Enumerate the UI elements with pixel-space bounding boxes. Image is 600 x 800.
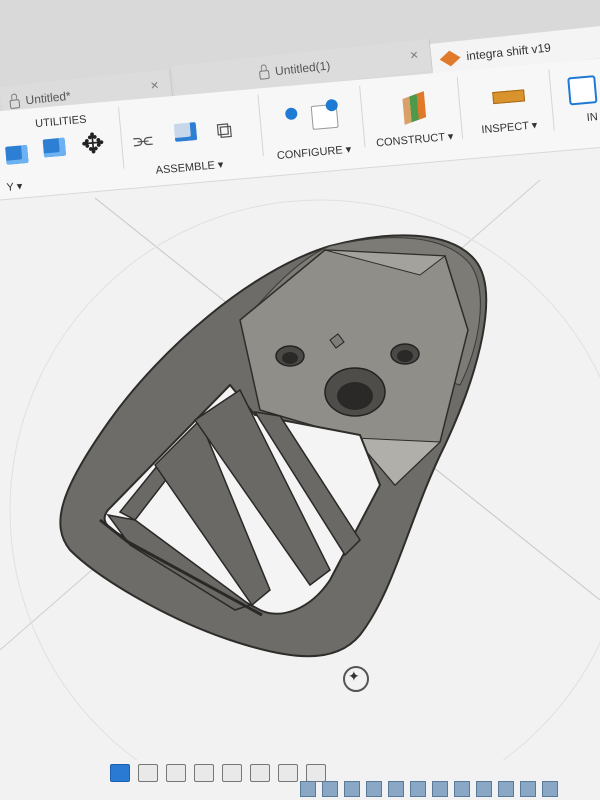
timeline-feature-icon[interactable]	[476, 781, 492, 797]
timeline-feature-icon[interactable]	[344, 781, 360, 797]
cube-icon	[439, 50, 461, 66]
tab-label: integra shift v19	[465, 40, 552, 64]
timeline-feature-icon[interactable]	[366, 781, 382, 797]
assemble-menu[interactable]: ASSEMBLE ▾	[155, 158, 224, 177]
lock-icon	[9, 99, 21, 110]
joint-icon[interactable]: ⫘	[132, 126, 154, 154]
shift-boot-part[interactable]	[59, 234, 488, 658]
hole-depth	[282, 352, 298, 364]
configure-table-icon[interactable]	[310, 98, 339, 130]
timeline-feature-icon[interactable]	[432, 781, 448, 797]
tab-label: Untitled(1)	[274, 58, 331, 79]
up-arrow-icon	[284, 107, 298, 121]
toolbar-separator	[359, 85, 366, 148]
toolbar-separator	[548, 69, 555, 131]
construct-menu[interactable]: CONSTRUCT ▾	[376, 130, 454, 150]
up-arrow-icon	[325, 98, 339, 112]
offset-plane-icon[interactable]	[402, 91, 427, 125]
timeline-feature-icon[interactable]	[410, 781, 426, 797]
pan-icon[interactable]	[166, 764, 186, 782]
timeline-feature-icon[interactable]	[542, 781, 558, 797]
box-icon[interactable]	[5, 144, 29, 165]
zoom-icon[interactable]	[194, 764, 214, 782]
insert-derive-icon[interactable]	[567, 75, 598, 106]
display-settings-icon[interactable]	[250, 764, 270, 782]
toolbar-separator	[456, 77, 464, 139]
fusion-window: Untitled* × Untitled(1) × integra shift …	[0, 0, 600, 800]
timeline-feature-icon[interactable]	[498, 781, 514, 797]
orbit-icon[interactable]	[343, 666, 369, 692]
insert-menu-truncated[interactable]: IN	[586, 111, 598, 124]
box-icon[interactable]	[42, 137, 67, 158]
inspect-menu[interactable]: INSPECT ▾	[481, 118, 538, 136]
hole-depth	[337, 382, 373, 410]
change-parameters-icon[interactable]	[279, 107, 305, 137]
viewport-svg	[0, 179, 600, 800]
timeline-feature-icon[interactable]	[322, 781, 338, 797]
3d-viewport[interactable]	[0, 179, 600, 800]
move-icon[interactable]: ✥	[80, 126, 106, 161]
toolbar-separator	[118, 106, 125, 169]
look-at-icon[interactable]	[138, 764, 158, 782]
lock-icon	[258, 69, 270, 80]
close-icon[interactable]: ×	[409, 46, 419, 63]
as-built-joint-icon[interactable]	[173, 122, 198, 142]
orbit-nav-icon[interactable]	[110, 764, 130, 782]
toolbar-separator	[257, 94, 264, 157]
timeline-feature-icon[interactable]	[388, 781, 404, 797]
grid-settings-icon[interactable]	[278, 764, 298, 782]
timeline-feature-icon[interactable]	[454, 781, 470, 797]
timeline-feature-icon[interactable]	[300, 781, 316, 797]
timeline-feature-icon[interactable]	[520, 781, 536, 797]
close-icon[interactable]: ×	[150, 76, 160, 93]
timeline	[300, 778, 600, 800]
joint-origin-icon[interactable]: ⧉	[215, 117, 233, 144]
hole-depth	[397, 350, 413, 362]
configure-menu[interactable]: CONFIGURE ▾	[276, 143, 351, 162]
fit-icon[interactable]	[222, 764, 242, 782]
measure-icon[interactable]	[492, 89, 526, 105]
